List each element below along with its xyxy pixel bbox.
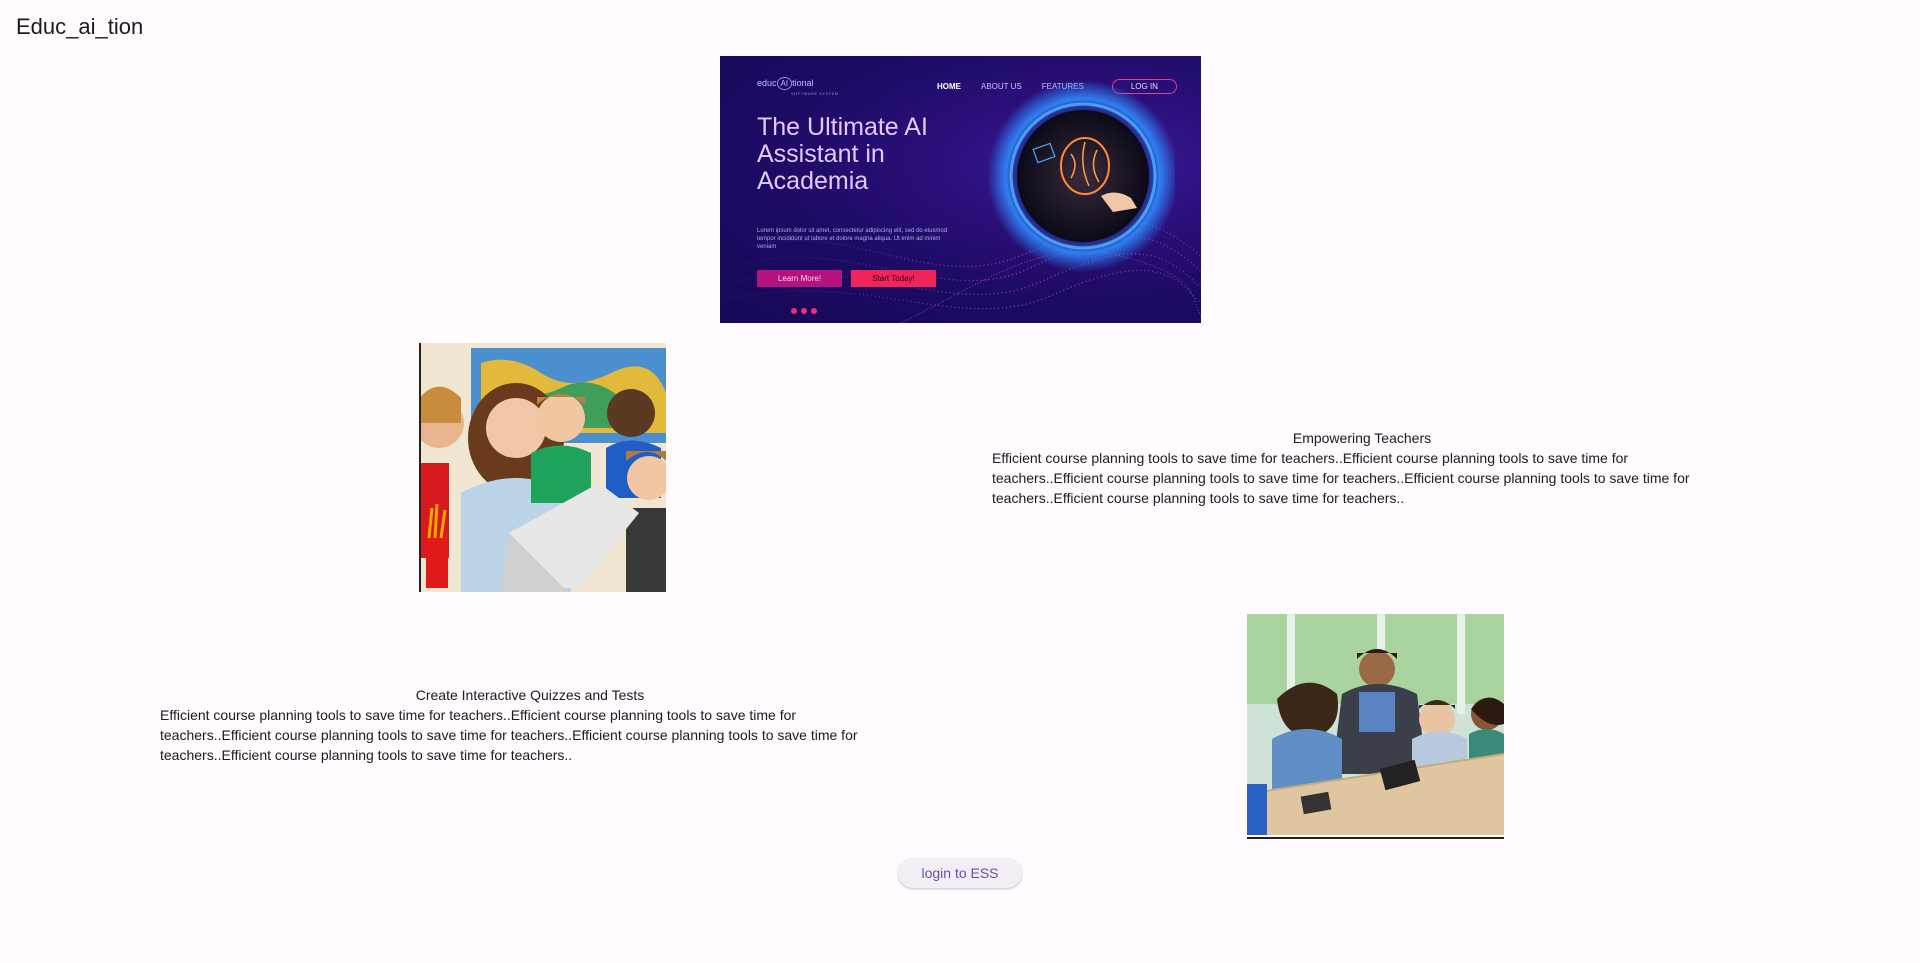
classroom-tablet-image	[1247, 614, 1504, 839]
carousel-dot	[811, 308, 817, 314]
hero-nav-home: HOME	[937, 82, 961, 91]
login-to-ess-button[interactable]: login to ESS	[898, 858, 1022, 888]
feature-empowering-teachers: Empowering Teachers Efficient course pla…	[992, 428, 1732, 508]
students-photo-graphic	[421, 343, 666, 592]
feature-body: Efficient course planning tools to save …	[160, 707, 858, 763]
carousel-dot	[801, 308, 807, 314]
feature-title: Empowering Teachers	[1292, 430, 1432, 446]
hero-logo-prefix: educ	[757, 78, 777, 88]
feature-title: Create Interactive Quizzes and Tests	[415, 687, 645, 703]
classroom-photo-graphic	[1247, 614, 1504, 835]
students-with-teacher-image	[419, 343, 666, 592]
ai-brain-orb-icon	[987, 80, 1175, 272]
carousel-dot	[791, 308, 797, 314]
hero-logo-sub: SOFTWARE SYSTEM	[791, 91, 839, 96]
hero-headline: The Ultimate AI Assistant in Academia	[757, 113, 928, 195]
app-title: Educ_ai_tion	[16, 14, 144, 39]
hero-learn-more: Learn More!	[757, 270, 842, 287]
hero-logo-suffix: tional	[792, 78, 814, 88]
hero-start-today: Start Today!	[851, 270, 936, 287]
hero-logo-ai: AI	[776, 77, 793, 90]
feature-body: Efficient course planning tools to save …	[992, 450, 1690, 506]
hero-carousel-dots	[791, 308, 817, 314]
hero-body-text: Lorem ipsum dolor sit amet, consectetur …	[757, 228, 948, 250]
hero-logo: educ AI tional SOFTWARE SYSTEM	[757, 77, 839, 96]
feature-interactive-quizzes: Create Interactive Quizzes and Tests Eff…	[160, 685, 900, 765]
hero-banner: educ AI tional SOFTWARE SYSTEM HOME ABOUT …	[720, 56, 1201, 323]
